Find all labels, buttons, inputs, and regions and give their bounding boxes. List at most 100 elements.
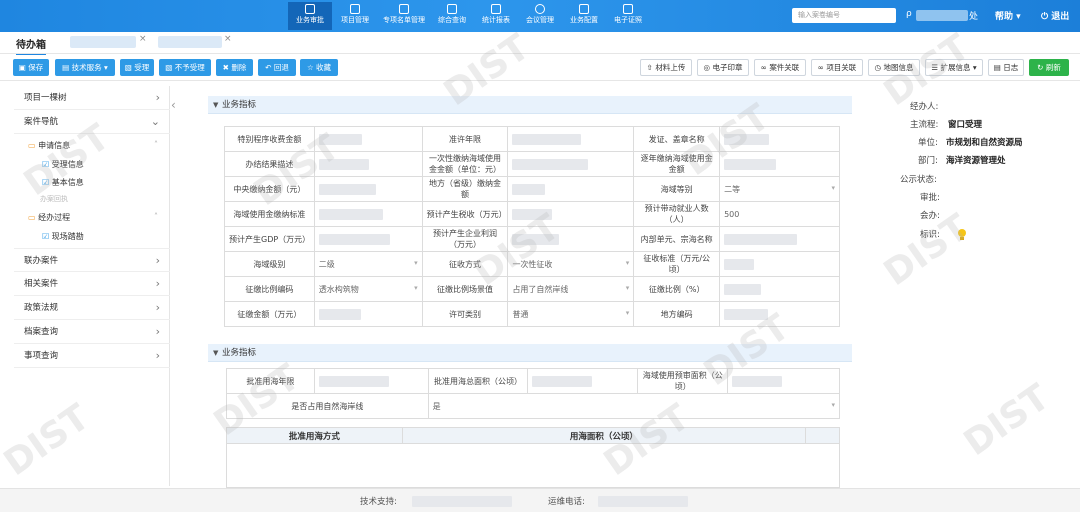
table-row: 征缴比例编码 透水构筑物 ▾ 征缴比例场景值 占用了自然岸线 ▾ 征缴比例（%）: [224, 276, 840, 302]
help-menu[interactable]: 帮助 ▾: [995, 9, 1021, 22]
upload-material-button[interactable]: ⇧ 材料上传: [640, 59, 692, 76]
document-icon: ☑: [42, 160, 50, 169]
field-value[interactable]: 一次性征收 ▾: [507, 251, 635, 277]
case-search-input[interactable]: 输入案卷编号: [792, 8, 896, 23]
sidebar-item-policy[interactable]: 政策法规 ›: [14, 296, 170, 320]
field-value[interactable]: [719, 151, 840, 177]
field-value[interactable]: 占用了自然岸线 ▾: [507, 276, 635, 302]
case-link-button[interactable]: ∞ 案件关联: [754, 59, 806, 76]
sidebar-item-project-tree[interactable]: 项目一棵树 ›: [14, 86, 170, 110]
tab-inbox[interactable]: 待办箱: [16, 36, 46, 56]
field-value[interactable]: [719, 276, 840, 302]
electronic-seal-button[interactable]: ◎ 电子印章: [697, 59, 749, 76]
field-value[interactable]: [313, 176, 423, 202]
tab-close-icon[interactable]: ×: [224, 34, 232, 44]
field-value[interactable]: 二级 ▾: [313, 251, 423, 277]
field-value[interactable]: [719, 251, 840, 277]
sidebar-item-case-nav[interactable]: 案件导航 ⌄: [14, 110, 170, 134]
field-value[interactable]: 500: [719, 201, 840, 227]
field-value-text: 二级: [318, 259, 335, 269]
field-value[interactable]: [507, 226, 635, 252]
logout-button[interactable]: ⏻ 退出: [1041, 9, 1069, 22]
chevron-right-icon: ›: [155, 301, 160, 314]
nav-business-approval[interactable]: 业务审批: [288, 2, 332, 30]
field-value[interactable]: [507, 201, 635, 227]
field-value[interactable]: [313, 151, 423, 177]
nav-meeting-management[interactable]: 会议管理: [518, 2, 562, 30]
action-toolbar: ▣ 保存 ▤ 技术服务 ▾ ▧ 受理 ▧ 不予受理 ✖ 删除 ↶ 回退 ☆ 收藏…: [0, 55, 1080, 81]
field-value-text: 普通: [512, 309, 529, 319]
field-value[interactable]: [719, 226, 840, 252]
field-value[interactable]: [507, 126, 635, 152]
nav-comprehensive-query[interactable]: 综合查询: [430, 2, 474, 30]
blurred-value: [724, 133, 770, 145]
log-button[interactable]: ▤ 日志: [988, 59, 1024, 76]
field-value[interactable]: [313, 301, 423, 327]
form-main: ▼ 业务指标 特别程序收费金额 准许年限 发证、盖章名称 办结结果描述 一次性缴纳海域使用…: [208, 94, 852, 494]
field-value[interactable]: [313, 201, 423, 227]
tech-service-button[interactable]: ▤ 技术服务 ▾: [55, 59, 115, 76]
sidebar-item-related-case[interactable]: 相关案件 ›: [14, 272, 170, 296]
field-label: 特别程序收费金额: [224, 126, 315, 152]
nav-statistics-report[interactable]: 统计报表: [474, 2, 518, 30]
field-value[interactable]: [313, 126, 423, 152]
field-label: 征缴比例场景值: [421, 276, 509, 302]
field-value[interactable]: [527, 368, 639, 394]
field-label: 征缴比例编码: [224, 276, 315, 302]
blurred-value: [318, 375, 389, 387]
tree-group-application[interactable]: ▭ 申请信息 ˄: [14, 140, 170, 151]
tree-item-site-survey[interactable]: ☑ 现场踏勘: [14, 231, 170, 242]
user-icon: ρ: [906, 9, 912, 19]
field-value[interactable]: [719, 301, 840, 327]
chevron-right-icon: ›: [155, 91, 160, 104]
map-info-button[interactable]: ◷ 地图信息: [868, 59, 920, 76]
collapse-sidebar-icon[interactable]: ‹: [171, 98, 176, 112]
refresh-button[interactable]: ↻ 刷新: [1029, 59, 1069, 76]
chevron-right-icon: ›: [155, 254, 160, 267]
section-header-business-index-2[interactable]: ▼ 业务指标: [208, 344, 852, 362]
nav-electronic-license[interactable]: 电子证照: [606, 2, 650, 30]
tree-group-process[interactable]: ▭ 经办过程 ˄: [14, 212, 170, 223]
field-label: 征缴比例（%）: [633, 276, 721, 302]
natural-coastline-select[interactable]: 是 ▾: [427, 393, 841, 419]
field-label: 地方（省级）缴纳金额: [421, 176, 509, 202]
field-value[interactable]: [507, 176, 635, 202]
accept-button[interactable]: ▧ 受理: [120, 59, 154, 76]
project-link-button[interactable]: ∞ 项目关联: [811, 59, 863, 76]
field-label: 许可类别: [421, 301, 509, 327]
document-icon: ☑: [42, 232, 50, 241]
field-value[interactable]: [727, 368, 840, 394]
field-value[interactable]: [313, 226, 423, 252]
field-value-text: 500: [724, 209, 740, 219]
nav-project-management[interactable]: 项目管理: [333, 2, 377, 30]
field-value[interactable]: 透水构筑物 ▾: [313, 276, 423, 302]
sea-use-table: 批准用海年限 批准用海总面积（公顷） 海域使用预审面积（公顷） 是否占用自然海岸…: [226, 368, 841, 419]
field-value[interactable]: [507, 151, 635, 177]
sidebar-item-joint-case[interactable]: 联办案件 ›: [14, 248, 170, 272]
save-button[interactable]: ▣ 保存: [13, 59, 49, 76]
sidebar-item-matter-query[interactable]: 事项查询 ›: [14, 344, 170, 368]
field-label: 预计产生企业利润（万元）: [421, 226, 509, 252]
nav-special-list[interactable]: 专项名单管理: [378, 2, 430, 30]
field-value[interactable]: 二等 ▾: [719, 176, 840, 202]
rollback-button[interactable]: ↶ 回退: [258, 59, 296, 76]
tree-item-accept-info[interactable]: ☑ 受理信息: [14, 159, 170, 170]
nav-business-config[interactable]: 业务配置: [562, 2, 606, 30]
tab-close-icon[interactable]: ×: [139, 34, 147, 44]
chevron-right-icon: ›: [155, 325, 160, 338]
section-header-business-index[interactable]: ▼ 业务指标: [208, 96, 852, 114]
tree-item-basic-info[interactable]: ☑ 基本信息: [14, 177, 170, 188]
field-value[interactable]: 普通 ▾: [507, 301, 635, 327]
field-value[interactable]: [719, 126, 840, 152]
sidebar-item-archive-query[interactable]: 档案查询 ›: [14, 320, 170, 344]
delete-button[interactable]: ✖ 删除: [216, 59, 253, 76]
department-value: 海洋资源管理处: [946, 156, 1006, 166]
favorite-button[interactable]: ☆ 收藏: [300, 59, 338, 76]
tab-blurred-2[interactable]: [158, 36, 222, 48]
extended-info-button[interactable]: ☰ 扩展信息 ▾: [925, 59, 983, 76]
folder-icon: ▭: [28, 141, 36, 150]
reject-button[interactable]: ▧ 不予受理: [159, 59, 211, 76]
tab-blurred-1[interactable]: [70, 36, 136, 48]
chevron-right-icon: ›: [155, 349, 160, 362]
field-value[interactable]: [313, 368, 429, 394]
